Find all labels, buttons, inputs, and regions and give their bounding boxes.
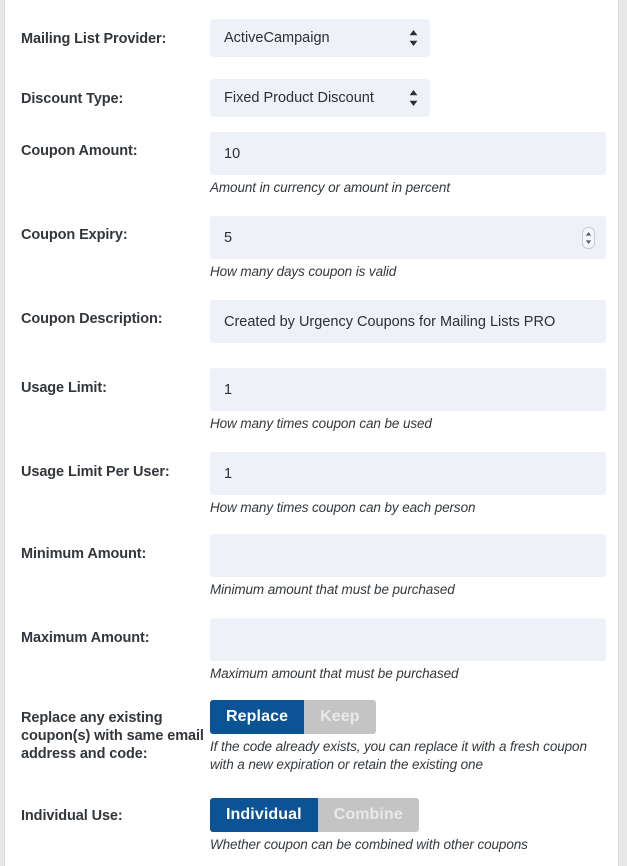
field-label-coupon-description: Coupon Description:: [21, 311, 163, 327]
field-label-maximum-amount: Maximum Amount:: [21, 630, 150, 646]
settings-panel: Mailing List Provider: ActiveCampaign Di…: [4, 0, 619, 866]
field-help-usage-limit: How many times coupon can be used: [210, 416, 432, 431]
field-label-individual-use: Individual Use:: [21, 808, 123, 824]
field-control-usage-limit: How many times coupon can be used: [210, 368, 606, 433]
field-help-coupon-amount: Amount in currency or amount in percent: [210, 180, 450, 195]
coupon-expiry-input-wrapper: [210, 216, 606, 259]
usage-limit-per-user-input[interactable]: [210, 452, 606, 495]
number-spinner-icon[interactable]: [582, 226, 595, 249]
field-control-individual-use: Individual Combine Whether coupon can be…: [210, 798, 606, 854]
field-control-coupon-expiry: How many days coupon is valid: [210, 216, 606, 281]
field-help-individual-use: Whether coupon can be combined with othe…: [210, 837, 528, 852]
toggle-option-keep[interactable]: Keep: [304, 700, 376, 734]
individual-use-toggle[interactable]: Individual Combine: [210, 798, 419, 832]
discount-type-select[interactable]: Fixed Product Discount: [210, 79, 430, 117]
toggle-option-combine[interactable]: Combine: [317, 798, 419, 832]
field-control-coupon-amount: Amount in currency or amount in percent: [210, 132, 606, 197]
field-control-maximum-amount: Maximum amount that must be purchased: [210, 618, 606, 683]
field-label-coupon-expiry: Coupon Expiry:: [21, 227, 128, 243]
replace-existing-coupons-toggle[interactable]: Replace Keep: [210, 700, 376, 734]
usage-limit-input[interactable]: [210, 368, 606, 411]
field-label-usage-limit-per-user: Usage Limit Per User:: [21, 464, 170, 480]
mailing-list-provider-select-value: ActiveCampaign: [210, 19, 430, 57]
field-help-replace-existing-coupons: If the code already exists, you can repl…: [210, 739, 587, 772]
field-help-minimum-amount: Minimum amount that must be purchased: [210, 582, 455, 597]
field-label-discount-type: Discount Type:: [21, 91, 124, 107]
field-control-mailing-list-provider: ActiveCampaign: [210, 19, 606, 62]
toggle-option-replace[interactable]: Replace: [210, 700, 305, 734]
coupon-expiry-input[interactable]: [210, 216, 606, 259]
mailing-list-provider-select[interactable]: ActiveCampaign: [210, 19, 430, 57]
field-label-minimum-amount: Minimum Amount:: [21, 546, 147, 562]
field-label-mailing-list-provider: Mailing List Provider:: [21, 31, 167, 47]
field-control-usage-limit-per-user: How many times coupon can by each person: [210, 452, 606, 517]
field-control-discount-type: Fixed Product Discount: [210, 79, 606, 122]
field-help-maximum-amount: Maximum amount that must be purchased: [210, 666, 459, 681]
toggle-option-individual[interactable]: Individual: [210, 798, 318, 832]
field-label-coupon-amount: Coupon Amount:: [21, 143, 138, 159]
field-help-usage-limit-per-user: How many times coupon can by each person: [210, 500, 476, 515]
field-label-replace-existing-coupons: Replace any existing coupon(s) with same…: [21, 710, 204, 762]
field-control-minimum-amount: Minimum amount that must be purchased: [210, 534, 606, 599]
field-control-replace-existing-coupons: Replace Keep If the code already exists,…: [210, 700, 606, 774]
field-help-coupon-expiry: How many days coupon is valid: [210, 264, 397, 279]
field-control-coupon-description: [210, 300, 606, 343]
discount-type-select-value: Fixed Product Discount: [210, 79, 430, 117]
coupon-description-input[interactable]: [210, 300, 606, 343]
coupon-settings-form: Mailing List Provider: ActiveCampaign Di…: [5, 0, 618, 866]
coupon-amount-input[interactable]: [210, 132, 606, 175]
maximum-amount-input[interactable]: [210, 618, 606, 661]
minimum-amount-input[interactable]: [210, 534, 606, 577]
field-label-usage-limit: Usage Limit:: [21, 380, 107, 396]
